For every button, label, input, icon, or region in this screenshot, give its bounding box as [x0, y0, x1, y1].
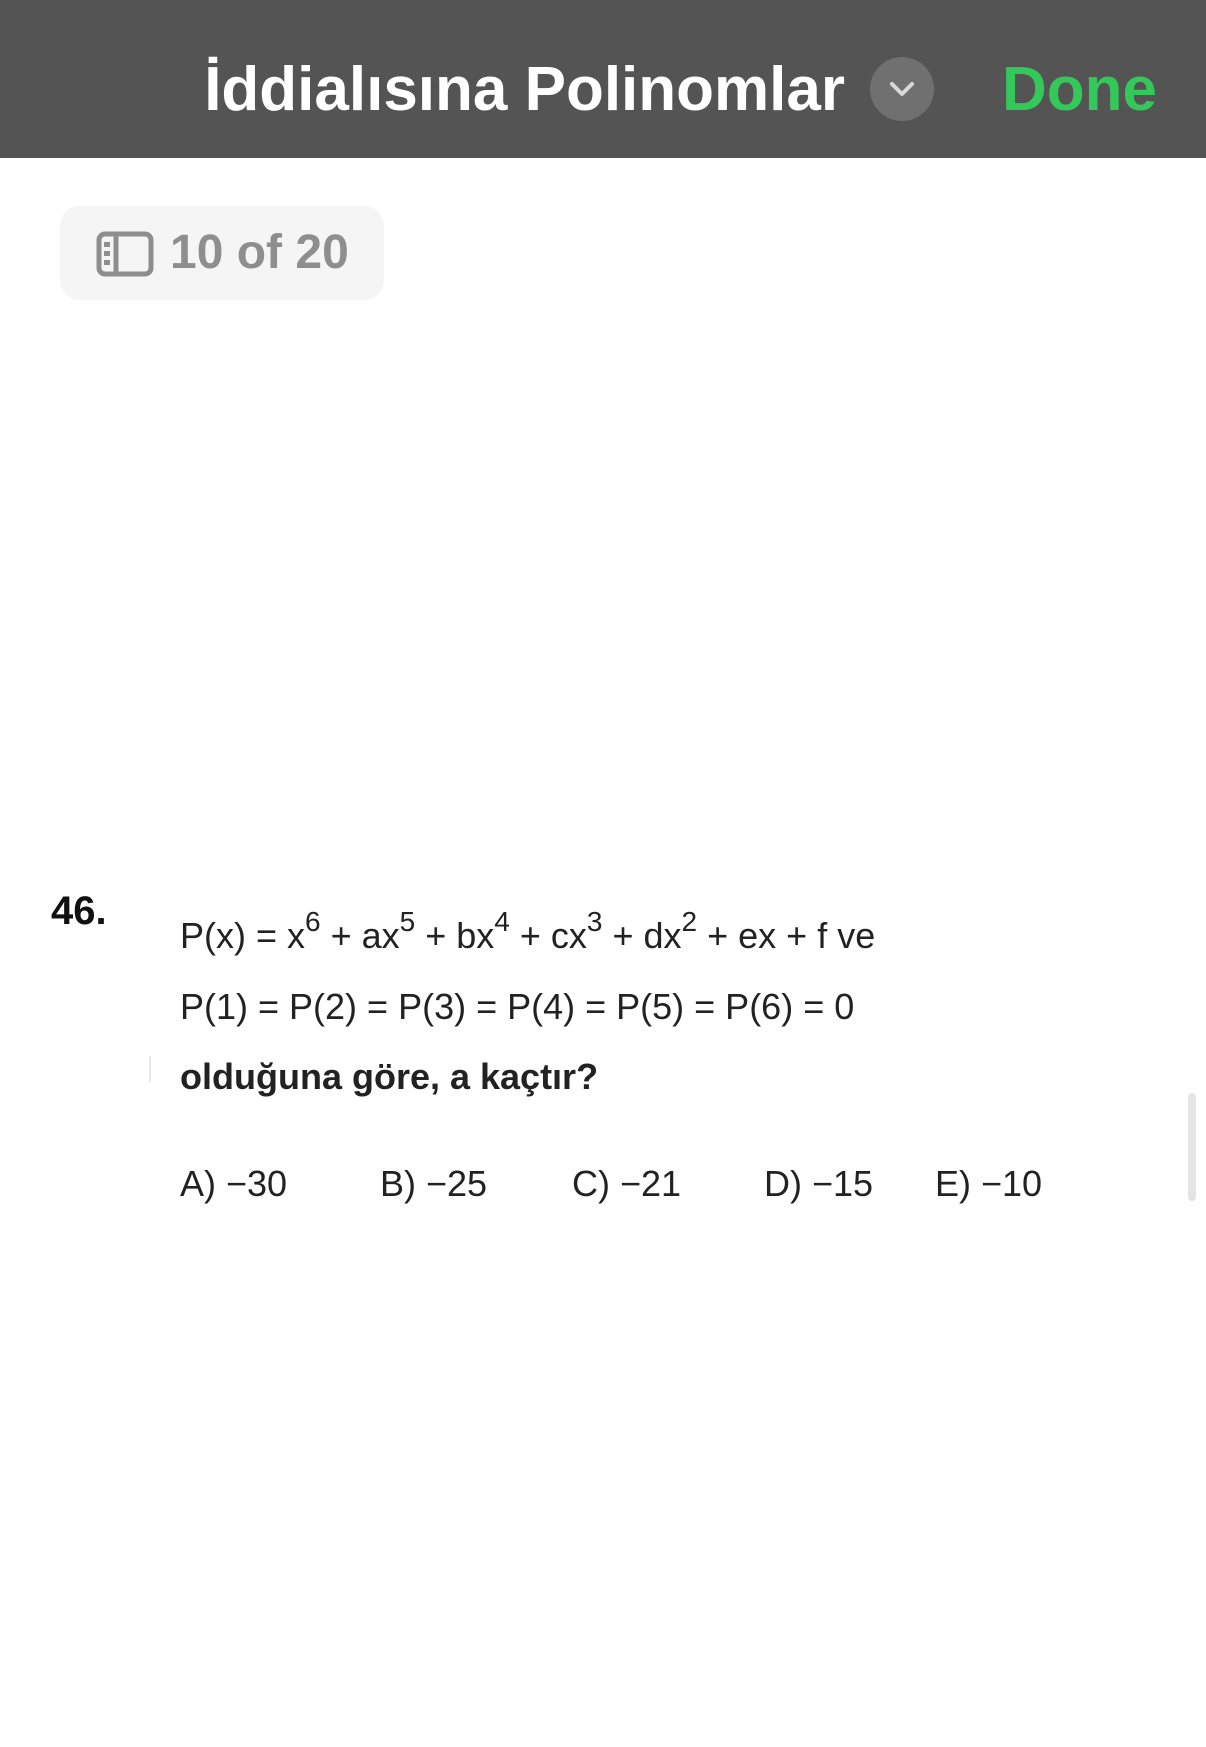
option-d[interactable]: D) −15 — [764, 1162, 873, 1206]
option-c[interactable]: C) −21 — [572, 1162, 681, 1206]
sidebar-icon — [96, 231, 154, 277]
top-bar: İddialısına Polinomlar Done — [0, 0, 1206, 158]
option-e[interactable]: E) −10 — [935, 1162, 1042, 1206]
question-number: 46. — [51, 889, 107, 933]
done-button[interactable]: Done — [1002, 48, 1157, 132]
chevron-down-icon[interactable] — [870, 57, 934, 121]
question-prompt: olduğuna göre, a kaçtır? — [180, 1056, 599, 1097]
option-b[interactable]: B) −25 — [380, 1162, 487, 1206]
answer-options: A) −30 B) −25 C) −21 D) −15 E) −10 — [0, 1162, 1206, 1208]
polynomial-definition: P(x) = x6 + ax5 + bx4 + cx3 + dx2 + ex +… — [180, 906, 876, 957]
option-a[interactable]: A) −30 — [180, 1162, 287, 1206]
polynomial-conditions: P(1) = P(2) = P(3) = P(4) = P(5) = P(6) … — [180, 986, 855, 1027]
scrollbar[interactable] — [1188, 1093, 1196, 1201]
page-indicator-button[interactable]: 10 of 20 — [60, 206, 384, 300]
document-title[interactable]: İddialısına Polinomlar — [0, 48, 845, 132]
page-counter-label: 10 of 20 — [170, 226, 349, 279]
divider — [149, 1056, 151, 1082]
